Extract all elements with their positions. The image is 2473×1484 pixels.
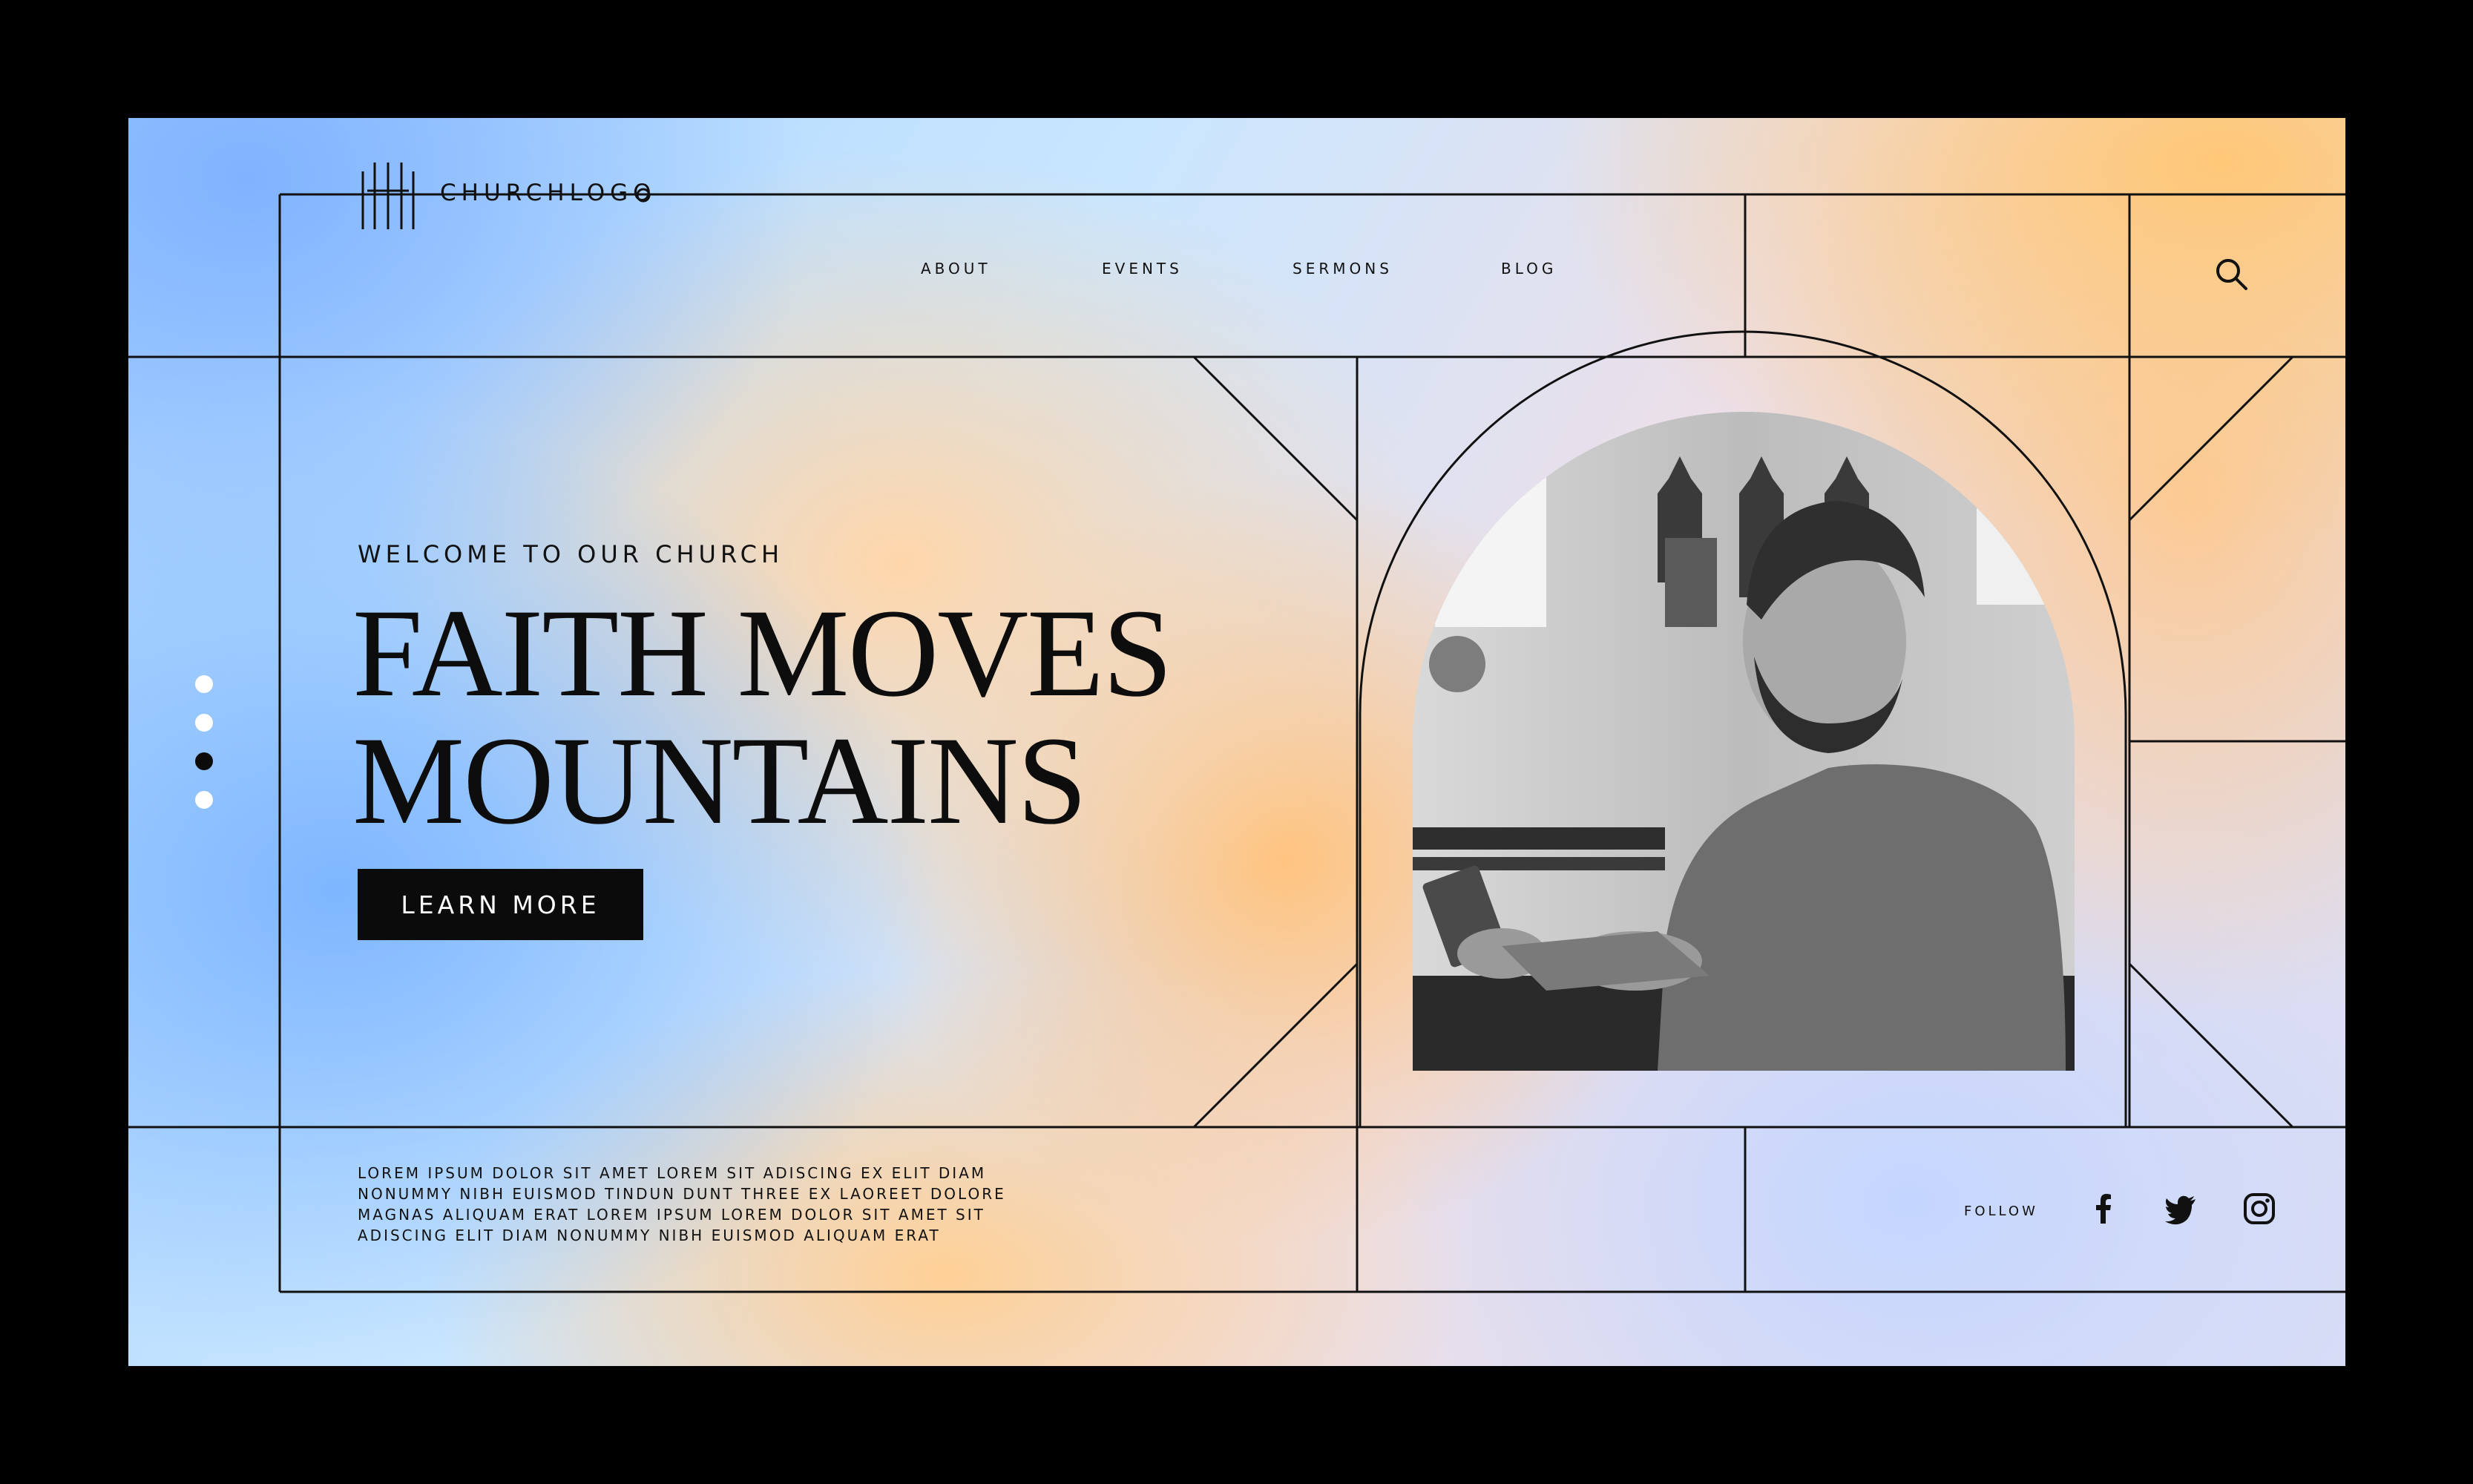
learn-more-button[interactable]: LEARN MORE [358, 869, 643, 940]
twitter-icon[interactable] [2163, 1191, 2198, 1227]
hero-headline: FAITH MOVES MOUNTAINS [352, 583, 1173, 850]
search-icon[interactable] [2213, 256, 2249, 292]
church-cross-logo-icon[interactable] [358, 161, 418, 229]
hero-image [1413, 412, 2075, 1071]
logo-text[interactable]: CHURCHLOGO [440, 180, 657, 206]
hero-photo-illustration [1413, 412, 2075, 1071]
follow-label: FOLLOW [1964, 1204, 2038, 1219]
logo-line-ornament [636, 188, 651, 203]
nav-item-blog[interactable]: BLOG [1501, 260, 1557, 278]
nav-item-sermons[interactable]: SERMONS [1293, 260, 1393, 278]
nav-item-events[interactable]: EVENTS [1102, 260, 1183, 278]
nav-item-about[interactable]: ABOUT [921, 260, 991, 278]
instagram-icon[interactable] [2242, 1191, 2277, 1227]
slide-dot-4[interactable] [195, 791, 213, 809]
footer-description: LOREM IPSUM DOLOR SIT AMET LOREM SIT ADI… [358, 1164, 1006, 1244]
hero-headline-line2: MOUNTAINS [352, 711, 1087, 850]
slide-dot-1[interactable] [195, 675, 213, 693]
slide-dot-3[interactable] [195, 752, 213, 770]
slide-dot-2[interactable] [195, 714, 213, 732]
facebook-icon[interactable] [2086, 1191, 2121, 1227]
hero-page: CHURCHLOGO ABOUT EVENTS SERMONS BLOG WEL… [128, 118, 2345, 1366]
hero-headline-line1: FAITH MOVES [352, 583, 1173, 723]
hero-eyebrow: WELCOME TO OUR CHURCH [358, 540, 784, 568]
